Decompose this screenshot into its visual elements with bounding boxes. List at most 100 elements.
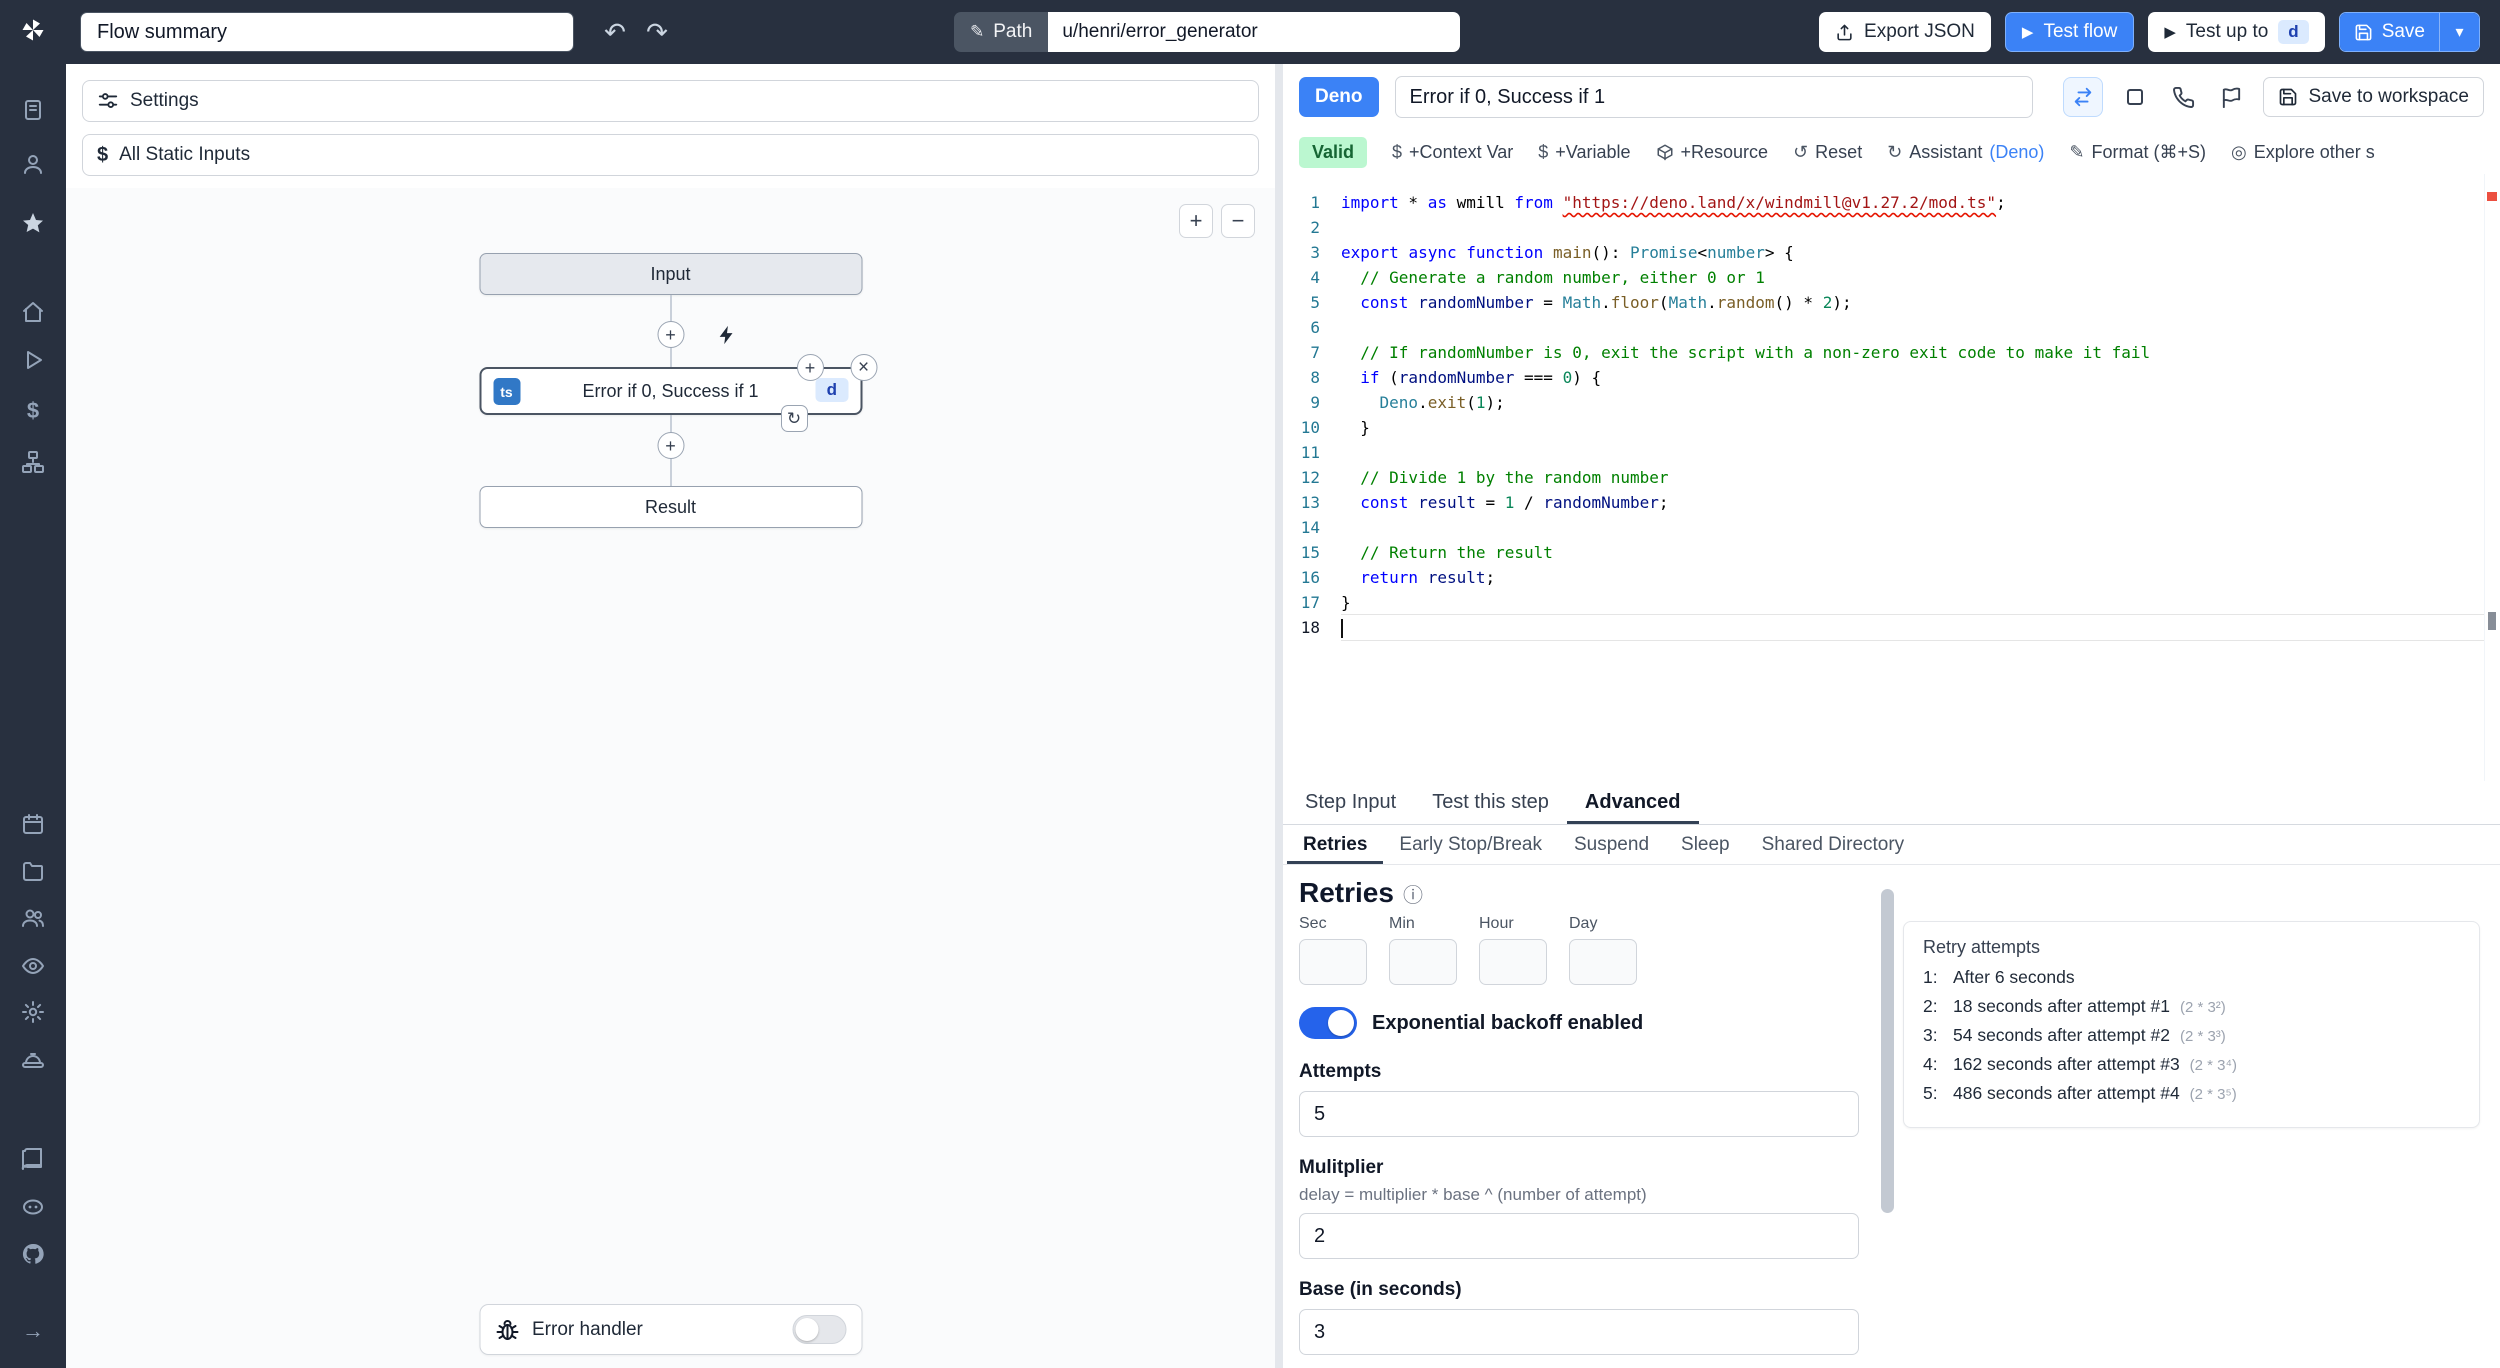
settings-gear-icon[interactable]: [20, 999, 46, 1025]
min-input[interactable]: [1389, 939, 1457, 985]
settings-label: Settings: [130, 90, 199, 111]
add-resource-button[interactable]: +Resource: [1656, 141, 1769, 163]
docs-book-icon[interactable]: [20, 1146, 46, 1172]
flow-summary-input[interactable]: [80, 12, 574, 52]
workers-icon[interactable]: [20, 1047, 46, 1073]
code-line[interactable]: [1341, 215, 2500, 240]
redo-button[interactable]: ↷: [638, 13, 676, 51]
line-number: 11: [1300, 443, 1320, 462]
code-line[interactable]: return result;: [1341, 565, 2500, 590]
test-flow-button[interactable]: ▶ Test flow: [2004, 12, 2135, 52]
overview-ruler[interactable]: [2484, 174, 2500, 781]
all-static-inputs-button[interactable]: $ All Static Inputs: [82, 134, 1259, 176]
exponential-backoff-toggle[interactable]: [1299, 1007, 1357, 1039]
code-editor[interactable]: 1 2 3 4 5 6 7 8 9 10 11 12 13 14 15 16 17 18 import * as …: [1283, 174, 2500, 781]
resource-label: +Resource: [1680, 141, 1769, 162]
groups-users-icon[interactable]: [20, 905, 46, 931]
save-to-workspace-button[interactable]: Save to workspace: [2263, 77, 2484, 117]
code-line[interactable]: [1341, 315, 2500, 340]
code-line[interactable]: // Generate a random number, either 0 or…: [1341, 265, 2500, 290]
audit-eye-icon[interactable]: [20, 953, 46, 979]
assistant-button[interactable]: ↻ Assistant (Deno): [1887, 142, 2044, 163]
schedules-calendar-icon[interactable]: [20, 811, 46, 837]
code-line[interactable]: // Divide 1 by the random number: [1341, 465, 2500, 490]
explore-scripts-button[interactable]: ◎ Explore other s: [2231, 142, 2375, 163]
subtab-suspend[interactable]: Suspend: [1558, 825, 1665, 864]
add-variable-button[interactable]: $ +Variable: [1538, 142, 1630, 163]
path-input[interactable]: [1048, 12, 1461, 52]
code-line[interactable]: [1341, 614, 2500, 641]
insert-step-button[interactable]: +: [657, 432, 684, 459]
flow-settings-button[interactable]: Settings: [82, 80, 1259, 122]
code-line[interactable]: [1341, 515, 2500, 540]
trigger-bolt-button[interactable]: [713, 321, 741, 349]
save-button[interactable]: Save: [2339, 13, 2439, 51]
runs-play-icon[interactable]: [20, 347, 46, 373]
code-line[interactable]: const randomNumber = Math.floor(Math.ran…: [1341, 290, 2500, 315]
windmill-logo-icon[interactable]: [18, 15, 48, 45]
path-badge[interactable]: ✎ Path: [954, 12, 1049, 52]
add-context-var-button[interactable]: $ +Context Var: [1392, 142, 1513, 163]
add-branch-button[interactable]: +: [796, 354, 824, 381]
zoom-out-button[interactable]: −: [1221, 204, 1255, 238]
diff-button[interactable]: [2063, 77, 2104, 117]
subtab-sleep[interactable]: Sleep: [1665, 825, 1746, 864]
tab-advanced[interactable]: Advanced: [1567, 781, 1699, 824]
discord-icon[interactable]: [20, 1194, 46, 1220]
apps-icon[interactable]: [20, 97, 46, 123]
tab-test-this-step[interactable]: Test this step: [1414, 781, 1567, 824]
user-icon[interactable]: [20, 151, 46, 177]
code-line[interactable]: }: [1341, 590, 2500, 615]
hour-input[interactable]: [1479, 939, 1547, 985]
flows-icon[interactable]: [20, 449, 46, 475]
call-button[interactable]: [2167, 81, 2199, 113]
sliders-icon: [98, 93, 118, 108]
language-badge[interactable]: Deno: [1299, 77, 1379, 117]
retry-indicator-button[interactable]: ↻: [780, 405, 808, 432]
code-line[interactable]: import * as wmill from "https://deno.lan…: [1341, 190, 2500, 215]
attempts-input[interactable]: [1299, 1091, 1859, 1137]
insert-step-button[interactable]: +: [657, 321, 684, 348]
github-icon[interactable]: [20, 1241, 46, 1267]
info-icon[interactable]: ⓘ: [1403, 879, 1423, 908]
subtab-shared-directory[interactable]: Shared Directory: [1746, 825, 1921, 864]
home-icon[interactable]: [20, 299, 46, 325]
format-button[interactable]: ✎ Format (⌘+S): [2069, 142, 2206, 163]
step-editor-panel: Deno Save to workspace Valid $ +Context V…: [1283, 64, 2500, 1368]
save-dropdown-button[interactable]: ▾: [2439, 13, 2479, 51]
code-line[interactable]: Deno.exit(1);: [1341, 390, 2500, 415]
export-json-button[interactable]: Export JSON: [1819, 12, 1991, 52]
code-line[interactable]: [1341, 440, 2500, 465]
fullscreen-button[interactable]: [2119, 81, 2151, 113]
panel-divider[interactable]: [1275, 64, 1283, 1368]
test-up-to-button[interactable]: ▶ Test up to d: [2148, 12, 2325, 52]
code-line[interactable]: export async function main(): Promise<nu…: [1341, 240, 2500, 265]
reset-button[interactable]: ↺ Reset: [1793, 142, 1862, 163]
tab-step-input[interactable]: Step Input: [1287, 781, 1414, 824]
result-node[interactable]: Result: [479, 486, 862, 528]
collapse-arrow-icon[interactable]: →: [20, 1318, 46, 1344]
star-icon[interactable]: [20, 210, 46, 236]
feedback-button[interactable]: [2215, 81, 2247, 113]
variables-dollar-icon[interactable]: $: [20, 398, 46, 424]
step-name-input[interactable]: [1394, 76, 2034, 118]
subtab-early-stop[interactable]: Early Stop/Break: [1383, 825, 1558, 864]
code-line[interactable]: const result = 1 / randomNumber;: [1341, 490, 2500, 515]
scrollbar-thumb[interactable]: [1881, 889, 1894, 1213]
undo-button[interactable]: ↶: [596, 13, 634, 51]
folders-icon[interactable]: [20, 858, 46, 884]
code-line[interactable]: // Return the result: [1341, 540, 2500, 565]
code-line[interactable]: }: [1341, 415, 2500, 440]
delete-step-button[interactable]: ×: [850, 354, 877, 381]
subtab-retries[interactable]: Retries: [1287, 825, 1383, 864]
multiplier-input[interactable]: [1299, 1213, 1859, 1259]
sec-input[interactable]: [1299, 939, 1367, 985]
input-node[interactable]: Input: [479, 253, 862, 295]
code-line[interactable]: // If randomNumber is 0, exit the script…: [1341, 340, 2500, 365]
day-input[interactable]: [1569, 939, 1637, 985]
code-line[interactable]: if (randomNumber === 0) {: [1341, 365, 2500, 390]
error-handler-toggle[interactable]: [792, 1315, 846, 1344]
zoom-in-button[interactable]: +: [1179, 204, 1213, 238]
line-number: 8: [1310, 368, 1320, 387]
base-input[interactable]: [1299, 1309, 1859, 1355]
